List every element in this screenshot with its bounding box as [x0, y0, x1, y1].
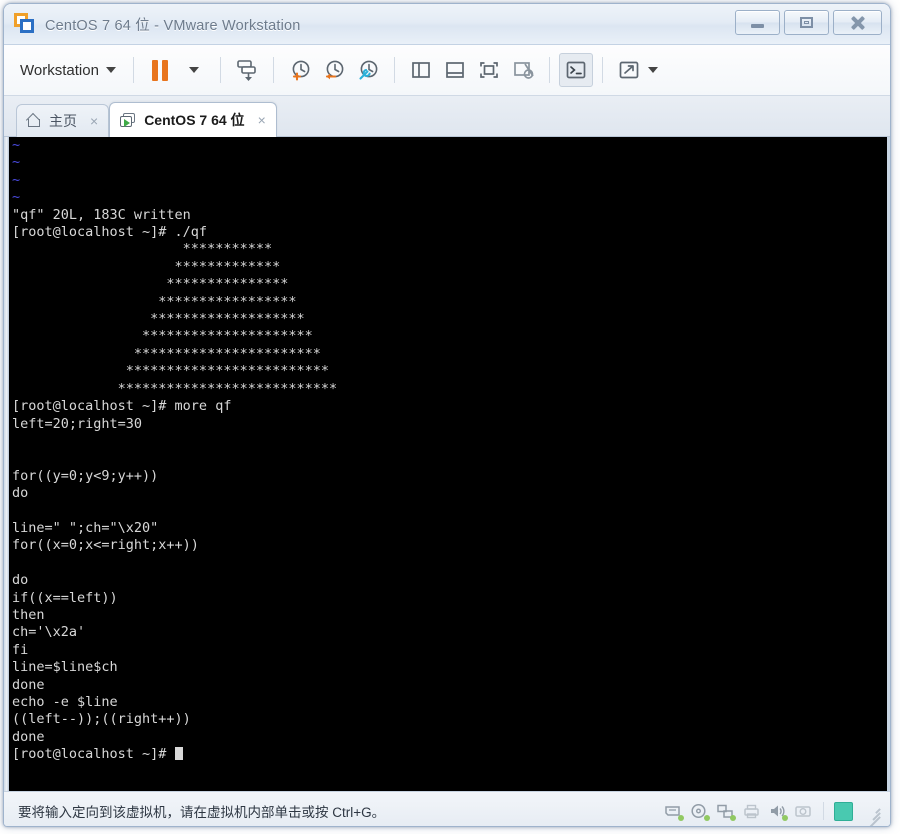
device-status-icons	[664, 801, 884, 826]
restore-icon	[800, 17, 813, 28]
minimize-icon	[751, 23, 764, 28]
show-library-button[interactable]	[404, 53, 438, 87]
toolbar-divider	[272, 57, 274, 83]
chevron-down-icon	[105, 67, 116, 73]
show-thumbnail-bar-button[interactable]	[438, 53, 472, 87]
vm-icon	[120, 112, 137, 128]
toolbar-divider	[548, 57, 550, 83]
take-snapshot-button[interactable]	[283, 53, 317, 87]
terminal-output[interactable]: ~ ~ ~ ~ "qf" 20L, 183C written [root@loc…	[12, 137, 887, 791]
unity-mode-icon	[514, 62, 534, 79]
tab-strip: 主页 × CentOS 7 64 位 ×	[4, 96, 890, 137]
tab-centos-vm-close-icon[interactable]: ×	[258, 112, 266, 128]
status-bar: 要将输入定向到该虚拟机，请在虚拟机内部单击或按 Ctrl+G。	[4, 791, 890, 826]
pause-dropdown-button[interactable]	[177, 53, 211, 87]
title-bar: CentOS 7 64 位 - VMware Workstation	[4, 4, 890, 45]
toolbar-divider	[132, 57, 134, 83]
sound-card-icon[interactable]	[768, 803, 788, 821]
vmware-logo-icon	[14, 13, 36, 35]
terminal-final-prompt: [root@localhost ~]#	[12, 746, 175, 763]
tab-centos-vm-label: CentOS 7 64 位	[144, 112, 245, 128]
console-view-icon	[566, 61, 586, 79]
workstation-menu-button[interactable]: Workstation	[10, 57, 124, 84]
power-button[interactable]	[230, 53, 264, 87]
status-divider	[823, 802, 824, 820]
home-icon	[27, 114, 42, 128]
restore-button[interactable]	[784, 10, 829, 35]
tab-home[interactable]: 主页 ×	[16, 104, 110, 137]
chevron-down-icon	[188, 67, 199, 73]
revert-snapshot-button[interactable]	[317, 53, 351, 87]
window-title: CentOS 7 64 位 - VMware Workstation	[45, 17, 301, 34]
thumbnail-bar-icon	[446, 62, 464, 78]
cd-dvd-icon[interactable]	[690, 803, 710, 821]
toolbar: Workstation	[4, 45, 890, 96]
tab-home-close-icon[interactable]: ×	[90, 113, 98, 129]
tab-home-label: 主页	[49, 113, 77, 129]
network-adapter-icon[interactable]	[716, 803, 736, 821]
fullscreen-icon	[480, 62, 498, 78]
resize-grip[interactable]	[866, 804, 881, 826]
notes-icon[interactable]	[834, 801, 853, 821]
fit-window-button[interactable]	[612, 53, 646, 87]
vm-screen-left-strip	[4, 137, 9, 791]
camera-icon	[794, 803, 813, 820]
vim-tilde-column: ~ ~ ~ ~	[12, 137, 21, 206]
workstation-menu-label: Workstation	[20, 61, 99, 79]
snapshot-revert-icon	[325, 60, 344, 80]
close-icon	[850, 16, 865, 29]
toolbar-divider	[219, 57, 221, 83]
pause-vm-button[interactable]	[143, 53, 177, 87]
snapshot-add-icon	[292, 60, 310, 81]
status-message: 要将输入定向到该虚拟机，请在虚拟机内部单击或按 Ctrl+G。	[18, 805, 386, 820]
fit-window-icon	[619, 61, 639, 79]
full-screen-button[interactable]	[472, 53, 506, 87]
library-panel-icon	[412, 62, 430, 78]
window-controls	[735, 10, 882, 35]
hard-disk-icon[interactable]	[664, 803, 684, 821]
toolbar-divider	[393, 57, 395, 83]
toolbar-divider	[601, 57, 603, 83]
minimize-button[interactable]	[735, 10, 780, 35]
terminal-cursor	[174, 747, 183, 761]
terminal-lines: "qf" 20L, 183C written [root@localhost ~…	[12, 206, 338, 745]
unity-mode-button[interactable]	[506, 53, 540, 87]
snapshot-manager-icon	[359, 60, 378, 80]
close-button[interactable]	[833, 10, 882, 35]
vm-console-screen[interactable]: ~ ~ ~ ~ "qf" 20L, 183C written [root@loc…	[4, 137, 890, 791]
snapshot-manager-button[interactable]	[351, 53, 385, 87]
tab-centos-vm[interactable]: CentOS 7 64 位 ×	[109, 102, 277, 137]
fit-window-dropdown-button[interactable]	[647, 67, 658, 73]
printer-icon	[742, 803, 761, 820]
vmware-workstation-window: CentOS 7 64 位 - VMware Workstation Works…	[3, 3, 891, 827]
pause-icon	[151, 59, 168, 81]
power-icon	[237, 60, 256, 81]
console-view-button[interactable]	[558, 53, 593, 87]
